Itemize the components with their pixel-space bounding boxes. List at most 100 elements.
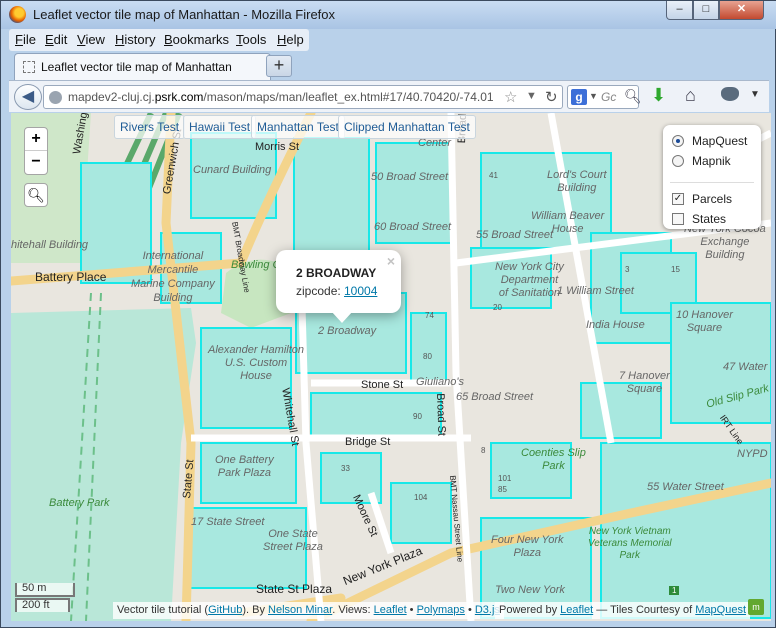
polymaps-link[interactable]: Polymaps [417, 604, 465, 616]
minimize-button[interactable]: – [666, 1, 693, 20]
popup-zip-label: zipcode: [296, 284, 341, 298]
checkbox-checked[interactable]: ✓ [672, 193, 684, 205]
manhattan-test-link[interactable]: Manhattan Test [251, 115, 345, 139]
menu-history[interactable]: History [115, 32, 155, 47]
search-icon[interactable]: 🔍︎ [624, 88, 642, 105]
menu-view[interactable]: View [77, 32, 105, 47]
coenties-slip-park-label: Coenties Slip Park [521, 447, 586, 472]
zoom-control: + − [24, 127, 48, 175]
google-icon[interactable]: g [571, 89, 587, 105]
nyc-sanitation-label: New York City Department of Sanitation [495, 261, 564, 299]
menu-file[interactable]: File [15, 32, 36, 47]
hawaii-test-link[interactable]: Hawaii Test [183, 115, 257, 139]
10-hanover-square-label: 10 Hanover Square [676, 309, 733, 334]
download-icon[interactable]: ⬇ [651, 85, 666, 106]
window-title: Leaflet vector tile map of Manhattan - M… [33, 7, 336, 22]
menu-view-label: iew [85, 32, 105, 47]
menu-file-label: ile [22, 32, 36, 47]
rivers-test-link[interactable]: Rivers Test [114, 115, 186, 139]
parcel-number: 101 [498, 474, 512, 483]
search-bar[interactable]: g ▼ Gc 🔍︎ [567, 85, 642, 109]
parcel-number: 90 [413, 412, 422, 421]
menu-help-accel: H [277, 32, 287, 47]
menu-bookmarks[interactable]: Bookmarks [164, 32, 229, 47]
2-broadway-label: 2 Broadway [318, 325, 377, 337]
1-william-street-label: 1 William Street [557, 285, 634, 297]
new-tab-button[interactable]: + [266, 55, 292, 77]
home-icon[interactable]: ⌂ [685, 85, 696, 106]
layers-control: MapQuest Mapnik ✓ Parcels States [663, 125, 761, 229]
layers-separator [670, 182, 754, 183]
title-bar: Leaflet vector tile map of Manhattan - M… [1, 1, 776, 29]
addon-icon[interactable] [721, 87, 739, 101]
battery-place-label: Battery Place [35, 270, 107, 284]
mapquest-link[interactable]: MapQuest [695, 604, 746, 616]
search-engine-dropdown-icon[interactable]: ▼ [589, 91, 598, 101]
attribution: Vector tile tutorial (GitHub). By Nelson… [113, 602, 504, 619]
vietnam-veterans-park-label: New York Vietnam Veterans Memorial Park [588, 526, 672, 561]
leaflet-view-link[interactable]: Leaflet [374, 604, 407, 616]
menu-edit[interactable]: Edit [45, 32, 67, 47]
reload-icon[interactable]: ↻ [545, 88, 558, 106]
map-viewport[interactable]: Morris St Washington St Greenwich St Cun… [11, 113, 771, 621]
url-bar[interactable]: mapdev2-cluj.cj.psrk.com/mason/maps/man/… [43, 85, 563, 109]
url-text[interactable]: mapdev2-cluj.cj.psrk.com/mason/maps/man/… [68, 90, 498, 104]
radio-button[interactable] [672, 155, 684, 167]
four-new-york-plaza-label: Four New York Plaza [491, 534, 564, 559]
history-dropdown-icon[interactable]: ▼ [526, 90, 537, 102]
popup-close-button[interactable]: × [387, 253, 395, 269]
maximize-button[interactable]: □ [693, 1, 719, 20]
47-water-label: 47 Water [723, 361, 768, 373]
menu-history-label: istory [124, 32, 156, 47]
menu-help[interactable]: Help [277, 32, 304, 47]
attribution-sep: • [406, 604, 417, 616]
lords-court-label: Lord's Court Building [547, 169, 607, 194]
india-house-label: India House [586, 319, 645, 331]
parcel-number: 15 [671, 265, 680, 274]
william-beaver-house-label: William Beaver House [531, 210, 605, 235]
attribution-text: — Tiles Courtesy of [593, 604, 696, 616]
zoom-in-button[interactable]: + [25, 128, 47, 151]
tab-title: Leaflet vector tile map of Manhattan [41, 60, 232, 74]
menu-tools[interactable]: Tools [236, 32, 266, 47]
intl-mercantile-label: International Mercantile Marine Company … [131, 250, 215, 304]
zoom-out-button[interactable]: − [25, 151, 47, 174]
one-battery-park-plaza-label: One Battery Park Plaza [215, 454, 274, 479]
url-prefix: mapdev2-cluj.cj. [68, 90, 155, 104]
bookmark-star-icon[interactable]: ☆ [504, 88, 517, 106]
giulianos-label: Giuliano's [416, 376, 464, 388]
state-st-plaza-label: State St Plaza [256, 582, 333, 596]
whitehall-building-label: hitehall Building [11, 239, 89, 251]
parcel-number: 80 [423, 352, 432, 361]
parcel-popup: × 2 BROADWAY zipcode: 10004 [276, 250, 401, 313]
close-window-button[interactable]: ✕ [719, 1, 764, 20]
battery-park-label: Battery Park [49, 497, 110, 509]
toolbar-menu-dropdown-icon[interactable]: ▼ [750, 89, 760, 100]
search-placeholder: Gc [601, 90, 617, 104]
checkbox[interactable] [672, 213, 684, 225]
popup-zip-link[interactable]: 10004 [344, 284, 377, 298]
navigation-bar: ◀ mapdev2-cluj.cj.psrk.com/mason/maps/ma… [9, 80, 769, 112]
parcel-number: 85 [498, 485, 507, 494]
mapquest-logo-icon: m [748, 599, 764, 615]
leaflet-link[interactable]: Leaflet [560, 604, 593, 616]
55-water-street-label: 55 Water Street [647, 481, 724, 493]
back-button[interactable]: ◀ [14, 84, 42, 110]
route-shield: 1 [669, 586, 680, 595]
nypd-label: NYPD [737, 448, 768, 460]
tab-active[interactable]: Leaflet vector tile map of Manhattan [14, 53, 271, 80]
clipped-manhattan-test-link[interactable]: Clipped Manhattan Test [338, 115, 476, 139]
radio-button-selected[interactable] [672, 135, 684, 147]
parcel-number: 3 [625, 265, 630, 274]
github-link[interactable]: GitHub [208, 604, 242, 616]
battery-park-area [11, 308, 196, 621]
menu-file-accel: F [15, 32, 23, 47]
map-search-button[interactable]: 🔍︎ [24, 183, 48, 207]
menu-edit-accel: E [45, 32, 54, 47]
author-link[interactable]: Nelson Minar [268, 604, 332, 616]
menu-bar: File Edit View History Bookmarks Tools H… [9, 29, 309, 51]
menu-bookmarks-accel: B [164, 32, 173, 47]
attribution-text: ). By [242, 604, 269, 616]
url-path: /mason/maps/man/leaflet_ex.html#17/40.70… [203, 90, 494, 104]
popup-title: 2 BROADWAY [296, 266, 377, 280]
